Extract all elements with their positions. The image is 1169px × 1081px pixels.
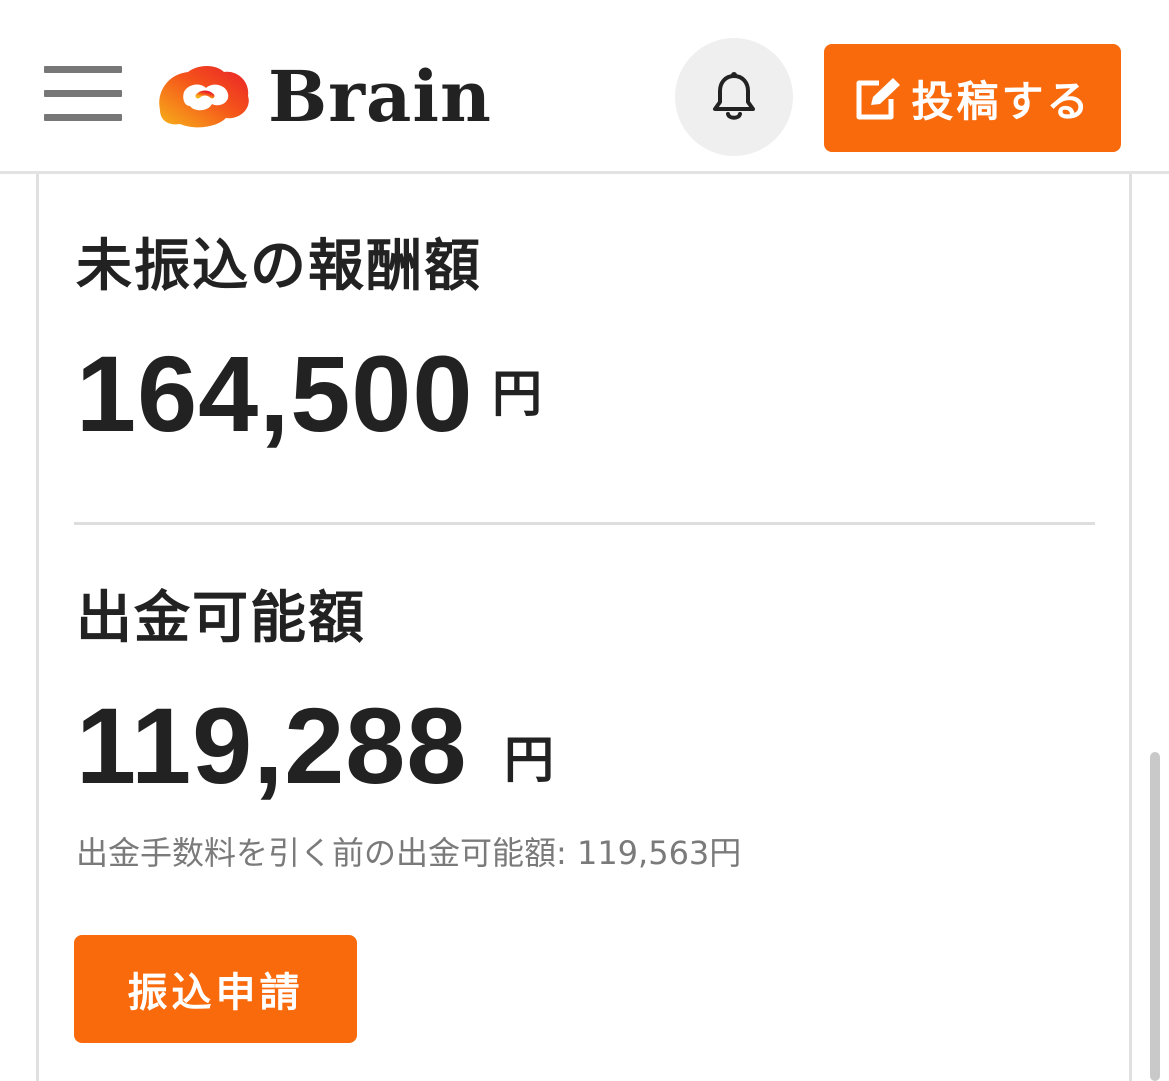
edit-icon — [856, 78, 901, 120]
post-button[interactable]: 投稿する — [824, 44, 1121, 152]
brain-logo-icon[interactable] — [154, 62, 252, 132]
page: Brain 投稿する 未振込の報酬額 164,500 円 出金可能額 119,2… — [0, 0, 1169, 1081]
notification-button[interactable] — [675, 38, 793, 156]
bell-icon — [713, 72, 755, 120]
withdrawable-note: 出金手数料を引く前の出金可能額: 119,563円 — [76, 834, 742, 872]
section-divider — [74, 522, 1095, 525]
transfer-request-label: 振込申請 — [127, 970, 304, 1016]
transfer-request-button[interactable]: 振込申請 — [74, 935, 357, 1043]
withdrawable-amount: 119,288 — [76, 685, 468, 806]
unpaid-reward-title: 未振込の報酬額 — [76, 234, 482, 299]
withdrawable-currency: 円 — [504, 731, 554, 789]
unpaid-reward-amount: 164,500 — [76, 333, 474, 454]
withdrawable-title: 出金可能額 — [76, 586, 366, 651]
unpaid-reward-currency: 円 — [492, 365, 542, 423]
scrollbar[interactable] — [1150, 752, 1160, 1081]
hamburger-menu-icon[interactable] — [44, 66, 122, 122]
top-header: Brain 投稿する — [0, 0, 1169, 174]
brain-logo-text[interactable]: Brain — [268, 52, 492, 142]
post-button-label: 投稿する — [911, 76, 1092, 126]
